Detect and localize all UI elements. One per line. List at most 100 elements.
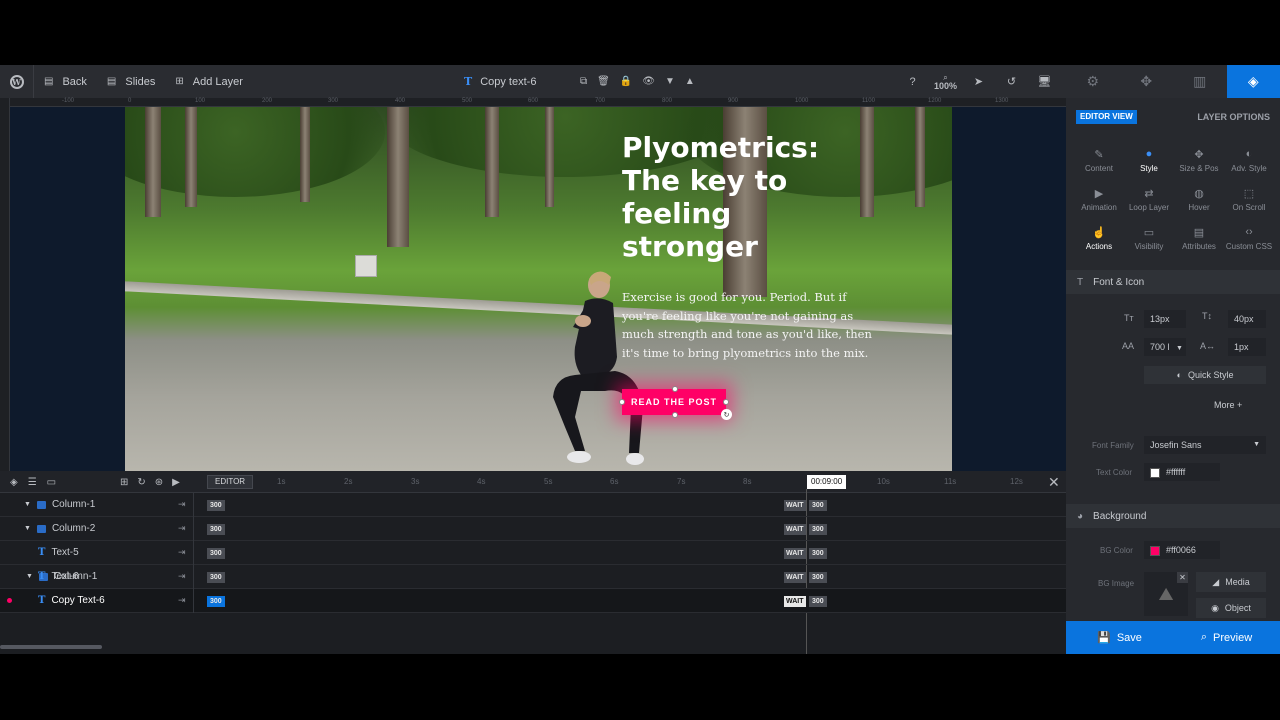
editor-pill[interactable]: EDITOR	[207, 475, 254, 489]
list-icon[interactable]: ☰	[28, 477, 37, 488]
resize-handle[interactable]	[672, 386, 678, 392]
desktop-icon[interactable]: 🖥	[1028, 75, 1061, 88]
end-badge[interactable]: 300	[809, 548, 827, 559]
timeline-scrollbar[interactable]	[0, 645, 102, 649]
tab-navigation[interactable]: ✥	[1120, 65, 1174, 98]
media-button[interactable]: ◢ Media	[1196, 572, 1266, 592]
grid-icon[interactable]: ⊞	[120, 477, 128, 488]
object-button[interactable]: ◉ Object	[1196, 598, 1266, 618]
current-time[interactable]: 00:09:00	[807, 475, 847, 489]
align-icon[interactable]: ⇥	[178, 523, 186, 534]
close-icon[interactable]: ✕	[1048, 474, 1060, 491]
duplicate-icon[interactable]: ⧉	[580, 76, 587, 87]
chevron-down-icon[interactable]: ▼	[24, 501, 31, 508]
align-icon[interactable]: ⇥	[178, 571, 186, 582]
option-hover[interactable]: ◍ Hover	[1174, 187, 1224, 212]
speed-icon[interactable]: ⊛	[155, 477, 163, 488]
wordpress-button[interactable]: W	[0, 65, 34, 98]
editor-view-button[interactable]: EDITOR VIEW	[1076, 110, 1137, 124]
option-style[interactable]: ● Style	[1124, 148, 1174, 173]
end-badge[interactable]: 300	[809, 500, 827, 511]
timeline-row[interactable]: ▼ Column-2 ⇥ 300 WAIT 300	[0, 517, 1066, 541]
help-icon[interactable]: ?	[896, 76, 929, 88]
start-badge[interactable]: 300	[207, 548, 225, 559]
option-adv-style[interactable]: ◐ Adv. Style	[1224, 148, 1274, 173]
preview-button[interactable]: ⌕ Preview	[1173, 631, 1280, 644]
start-badge[interactable]: 300	[207, 596, 225, 607]
layers-icon[interactable]: ◈	[10, 477, 18, 488]
align-icon[interactable]: ⇥	[178, 595, 186, 606]
start-badge[interactable]: 300	[207, 572, 225, 583]
option-on-scroll[interactable]: ⬚ On Scroll	[1224, 187, 1274, 212]
font-family-select[interactable]: Josefin Sans ▼	[1144, 436, 1266, 454]
quick-style-button[interactable]: ◐ Quick Style	[1144, 366, 1266, 384]
save-button[interactable]: 💾 Save	[1066, 631, 1173, 645]
end-badge[interactable]: 300	[809, 572, 827, 583]
background-section[interactable]: ◕ Background	[1066, 504, 1280, 528]
folder-icon[interactable]: ▭	[47, 477, 56, 488]
undo-icon[interactable]: ↺	[995, 75, 1028, 88]
option-animation[interactable]: ▶ Animation	[1074, 187, 1124, 212]
time-tick: 10s	[877, 477, 890, 486]
tab-slides[interactable]: ▥	[1173, 65, 1227, 98]
tab-settings[interactable]: ⚙	[1066, 65, 1120, 98]
slide-body-text[interactable]: Exercise is good for you. Period. But if…	[622, 288, 882, 362]
play-icon[interactable]: ▶	[172, 477, 180, 488]
start-badge[interactable]: 300	[207, 524, 225, 535]
timeline-row[interactable]: T Text-5 ⇥ 300 WAIT 300	[0, 541, 1066, 565]
bg-color-input[interactable]: #ff0066	[1144, 541, 1220, 559]
caret-up-icon[interactable]: ▲	[685, 76, 695, 87]
zoom-control[interactable]: ⌕ 100%	[929, 73, 962, 91]
end-badge[interactable]: 300	[809, 596, 827, 607]
editor-canvas[interactable]: Plyometrics: The key to feeling stronger…	[10, 107, 1066, 471]
move-icon: ✥	[1194, 149, 1204, 161]
chevron-down-icon[interactable]: ▼	[24, 525, 31, 532]
timeline-row-selected[interactable]: T Copy Text-6 ⇥ 300 WAIT 300	[0, 589, 1066, 613]
option-actions[interactable]: ☝ Actions	[1074, 226, 1124, 251]
resize-handle[interactable]	[723, 399, 729, 405]
option-custom-css[interactable]: ‹› Custom CSS	[1224, 226, 1274, 251]
resize-handle[interactable]	[619, 399, 625, 405]
wait-badge[interactable]: WAIT	[784, 596, 806, 607]
option-loop-layer[interactable]: ⇄ Loop Layer	[1124, 187, 1174, 212]
font-icon-section[interactable]: T Font & Icon	[1066, 270, 1280, 294]
cursor-icon[interactable]: ➤	[962, 75, 995, 88]
font-weight-select[interactable]: 700 l ▼	[1144, 338, 1186, 356]
eye-icon[interactable]: 👁	[642, 76, 655, 87]
caret-down-icon[interactable]: ▼	[665, 76, 675, 87]
delete-icon[interactable]: 🗑	[597, 76, 610, 87]
timeline-row[interactable]: T Text-6 ⇥ 300 WAIT 300	[0, 565, 1066, 589]
font-size-input[interactable]: 13px	[1144, 310, 1186, 328]
font-weight-icon: AA	[1122, 341, 1135, 351]
back-button[interactable]: ▤ Back	[34, 65, 97, 98]
timeline-row[interactable]: ▼ Column-1 ⇥ 300 WAIT 300	[0, 493, 1066, 517]
text-color-input[interactable]: #ffffff	[1144, 463, 1220, 481]
lock-icon[interactable]: 🔒	[620, 76, 632, 87]
time-tick: 8s	[743, 477, 752, 486]
align-icon[interactable]: ⇥	[178, 499, 186, 510]
loop-icon[interactable]: ↻	[137, 477, 145, 488]
wait-badge[interactable]: WAIT	[784, 500, 806, 511]
resize-handle[interactable]	[672, 412, 678, 418]
remove-image-icon[interactable]: ✕	[1177, 572, 1188, 583]
wait-badge[interactable]: WAIT	[784, 548, 806, 559]
slide-preview[interactable]: Plyometrics: The key to feeling stronger…	[125, 107, 952, 471]
option-size-pos[interactable]: ✥ Size & Pos	[1174, 148, 1224, 173]
option-attributes[interactable]: ▤ Attributes	[1174, 226, 1224, 251]
add-layer-button[interactable]: ⊞ Add Layer	[165, 65, 253, 98]
more-button[interactable]: More +	[1214, 400, 1242, 410]
wait-badge[interactable]: WAIT	[784, 572, 806, 583]
rotate-handle-icon[interactable]: ↻	[721, 409, 732, 420]
align-icon[interactable]: ⇥	[178, 547, 186, 558]
letter-spacing-input[interactable]: 1px	[1228, 338, 1266, 356]
wait-badge[interactable]: WAIT	[784, 524, 806, 535]
option-visibility[interactable]: ▭ Visibility	[1124, 226, 1174, 251]
line-height-input[interactable]: 40px	[1228, 310, 1266, 328]
selected-layer-name[interactable]: T Copy text-6	[464, 65, 536, 98]
option-content[interactable]: ✎ Content	[1074, 148, 1124, 173]
start-badge[interactable]: 300	[207, 500, 225, 511]
slides-button[interactable]: ▤ Slides	[97, 65, 165, 98]
tab-layers[interactable]: ◈	[1226, 65, 1280, 98]
slide-headline[interactable]: Plyometrics: The key to feeling stronger	[622, 131, 852, 263]
end-badge[interactable]: 300	[809, 524, 827, 535]
